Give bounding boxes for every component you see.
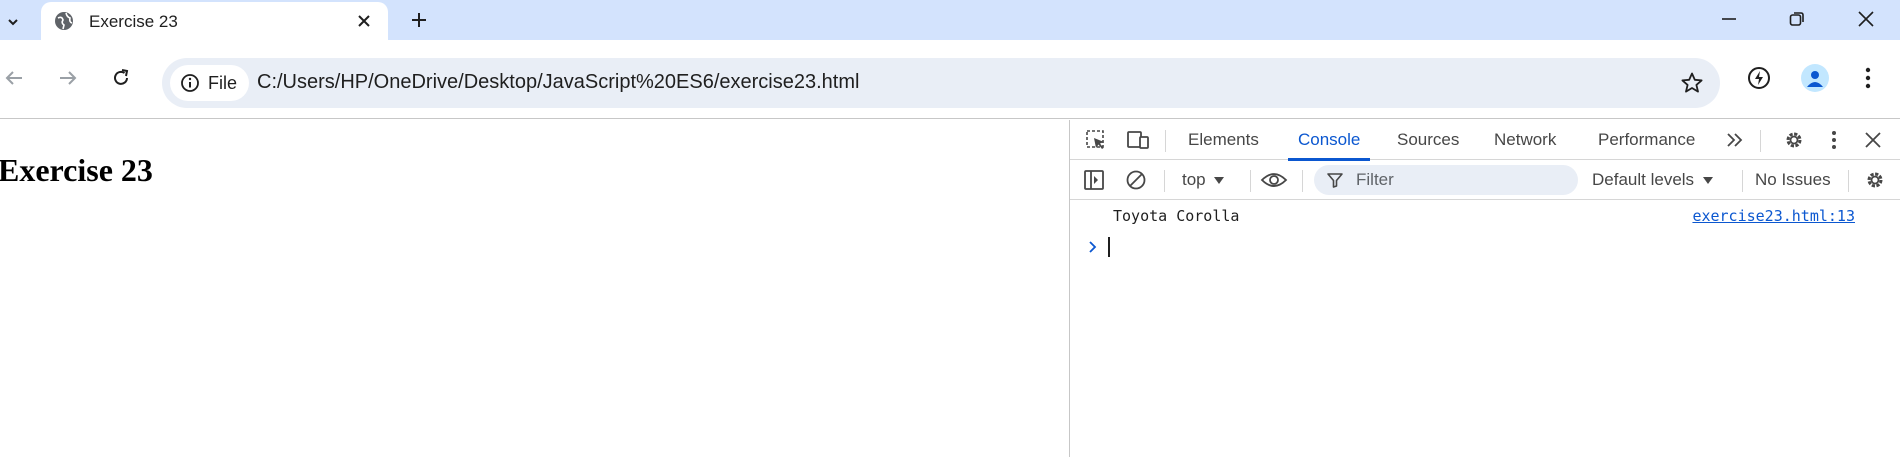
reload-icon <box>111 68 131 88</box>
reload-button[interactable] <box>103 60 139 96</box>
tab-strip: Exercise 23 <box>0 0 1900 40</box>
block-icon <box>1125 169 1147 191</box>
forward-button[interactable] <box>50 60 86 96</box>
sidebar-icon <box>1083 169 1105 191</box>
page-heading: Exercise 23 <box>0 152 153 188</box>
console-message: Toyota Corolla exercise23.html:13 <box>1070 201 1900 231</box>
page-viewport: Exercise 23 <box>0 120 1069 457</box>
filter-placeholder: Filter <box>1356 170 1394 189</box>
filter-input[interactable]: Filter <box>1314 165 1578 195</box>
close-devtools-button[interactable] <box>1859 126 1887 154</box>
more-vert-icon <box>1831 130 1837 150</box>
bookmark-button[interactable] <box>1678 69 1706 97</box>
tab-console[interactable]: Console <box>1288 120 1371 161</box>
gear-icon <box>1783 129 1805 151</box>
minimize-icon <box>1721 11 1737 27</box>
filter-icon <box>1326 171 1344 189</box>
toolbar-divider <box>1250 170 1251 192</box>
console-source-link[interactable]: exercise23.html:13 <box>1692 207 1855 225</box>
dropdown-triangle-icon <box>1702 175 1714 185</box>
toolbar-divider <box>1165 130 1166 152</box>
restore-icon <box>1789 11 1805 27</box>
tab-network[interactable]: Network <box>1484 120 1566 160</box>
device-icon <box>1126 129 1150 151</box>
plus-icon <box>410 11 428 29</box>
tab-title: Exercise 23 <box>89 12 178 31</box>
restore-button[interactable] <box>1771 2 1823 36</box>
console-toolbar: top Filter Default levels No Issues <box>1070 160 1900 200</box>
close-icon <box>1865 132 1881 148</box>
console-prompt[interactable] <box>1088 237 1110 257</box>
forward-arrow-icon <box>58 68 78 88</box>
tab-performance[interactable]: Performance <box>1588 120 1705 160</box>
close-icon <box>1858 11 1874 27</box>
browser-toolbar: File C:/Users/HP/OneDrive/Desktop/JavaSc… <box>0 40 1900 119</box>
chevron-right-icon <box>1088 240 1098 254</box>
log-levels-dropdown[interactable]: Default levels <box>1592 167 1714 193</box>
file-label: File <box>208 72 238 93</box>
more-tabs-button[interactable] <box>1721 126 1749 154</box>
inspect-icon <box>1085 129 1107 151</box>
devtools-panel: Elements Console Sources Network Perform… <box>1069 120 1900 457</box>
text-caret <box>1108 237 1110 257</box>
tab-elements[interactable]: Elements <box>1178 120 1269 160</box>
context-selector[interactable]: top <box>1182 167 1225 193</box>
close-tab-icon[interactable] <box>353 10 375 32</box>
toolbar-divider <box>1848 170 1849 192</box>
gear-icon <box>1864 169 1886 191</box>
devtools-settings-button[interactable] <box>1780 126 1808 154</box>
toolbar-divider <box>1760 130 1761 152</box>
tab-sources[interactable]: Sources <box>1387 120 1469 160</box>
console-settings-button[interactable] <box>1861 166 1889 194</box>
performance-button[interactable] <box>1741 60 1777 96</box>
toggle-sidebar-button[interactable] <box>1080 166 1108 194</box>
browser-tab[interactable]: Exercise 23 <box>41 2 388 40</box>
back-button[interactable] <box>0 60 32 96</box>
info-icon <box>180 73 200 93</box>
star-icon <box>1680 71 1704 95</box>
devtools-tab-bar: Elements Console Sources Network Perform… <box>1070 120 1900 161</box>
address-bar[interactable]: File C:/Users/HP/OneDrive/Desktop/JavaSc… <box>162 58 1720 108</box>
context-label: top <box>1182 170 1206 189</box>
console-message-text: Toyota Corolla <box>1113 207 1240 225</box>
chevron-down-icon <box>6 15 20 29</box>
more-vert-icon <box>1865 67 1871 89</box>
back-arrow-icon <box>4 68 24 88</box>
avatar <box>1801 64 1829 92</box>
double-chevron-right-icon <box>1725 132 1745 148</box>
profile-button[interactable] <box>1797 60 1833 96</box>
live-expression-button[interactable] <box>1260 166 1288 194</box>
url-text[interactable]: C:/Users/HP/OneDrive/Desktop/JavaScript%… <box>257 71 859 94</box>
device-toolbar-button[interactable] <box>1124 126 1152 154</box>
inspect-element-button[interactable] <box>1082 126 1110 154</box>
clear-console-button[interactable] <box>1122 166 1150 194</box>
dropdown-triangle-icon <box>1213 175 1225 185</box>
globe-icon <box>54 11 74 31</box>
toolbar-divider <box>1164 170 1165 192</box>
tab-search-button[interactable] <box>0 8 26 36</box>
menu-button[interactable] <box>1850 60 1886 96</box>
close-window-button[interactable] <box>1840 2 1892 36</box>
toolbar-divider <box>1302 170 1303 192</box>
log-levels-label: Default levels <box>1592 170 1695 189</box>
devtools-menu-button[interactable] <box>1820 126 1848 154</box>
eye-icon <box>1260 170 1288 190</box>
minimize-button[interactable] <box>1703 2 1755 36</box>
new-tab-button[interactable] <box>405 6 433 34</box>
toolbar-divider <box>1742 170 1743 192</box>
speed-icon <box>1746 65 1772 91</box>
issues-counter[interactable]: No Issues <box>1755 167 1831 193</box>
site-info-chip[interactable]: File <box>170 65 250 101</box>
